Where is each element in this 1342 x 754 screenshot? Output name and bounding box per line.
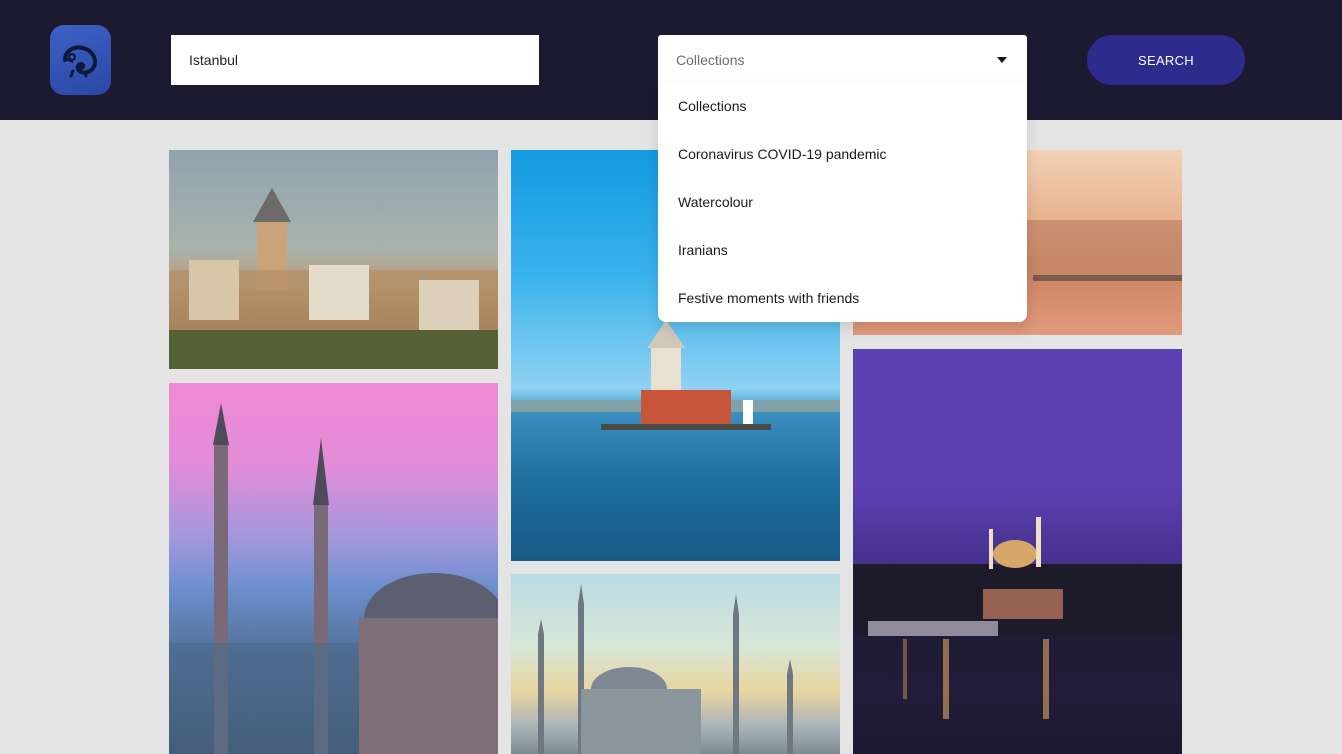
dropdown-option-covid[interactable]: Coronavirus COVID-19 pandemic (658, 130, 1027, 178)
collections-dropdown: Collections Coronavirus COVID-19 pandemi… (658, 82, 1027, 322)
photo-blue-mosque-pink[interactable] (169, 383, 498, 754)
photo-night-city[interactable] (853, 349, 1182, 754)
search-button[interactable]: SEARCH (1087, 35, 1245, 85)
select-value: Collections (676, 52, 745, 68)
photo-galata-tower[interactable] (169, 150, 498, 369)
dropdown-option-iranians[interactable]: Iranians (658, 226, 1027, 274)
dropdown-option-festive[interactable]: Festive moments with friends (658, 274, 1027, 322)
photo-mosque-dawn[interactable] (511, 574, 840, 754)
search-input[interactable] (171, 35, 539, 85)
dropdown-option-collections[interactable]: Collections (658, 82, 1027, 130)
dropdown-option-watercolour[interactable]: Watercolour (658, 178, 1027, 226)
caret-down-icon[interactable] (997, 57, 1007, 63)
collections-select[interactable]: Collections (658, 35, 1027, 85)
chameleon-logo-icon[interactable] (50, 25, 111, 95)
